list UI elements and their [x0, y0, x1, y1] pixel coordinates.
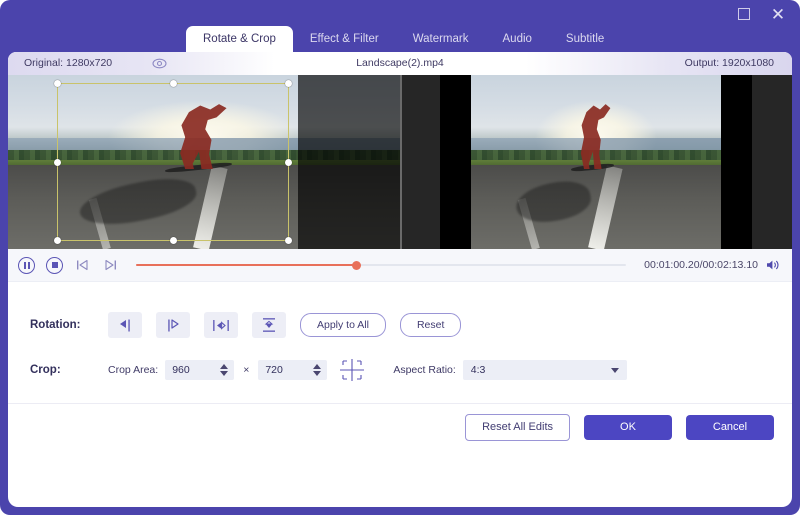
- tab-bar: Rotate & Crop Effect & Filter Watermark …: [186, 26, 621, 52]
- crop-label: Crop:: [30, 364, 61, 376]
- previous-frame-button[interactable]: [73, 256, 92, 275]
- filename-label: Landscape(2).mp4: [356, 57, 444, 69]
- reset-button[interactable]: Reset: [399, 313, 462, 337]
- stop-icon: [46, 256, 63, 274]
- edit-controls-panel: Rotation: Apply to All Reset Crop: Crop …: [8, 282, 792, 450]
- tab-watermark[interactable]: Watermark: [396, 26, 486, 52]
- dimension-separator: ×: [243, 364, 250, 376]
- reset-all-edits-button[interactable]: Reset All Edits: [465, 413, 570, 441]
- seek-fill: [136, 263, 357, 267]
- original-preview-pane[interactable]: [8, 75, 400, 249]
- pane-side-fill: [752, 75, 792, 249]
- stop-button[interactable]: [45, 256, 64, 275]
- close-icon: ✕: [770, 4, 786, 24]
- info-bar: Original: 1280x720 Landscape(2).mp4 Outp…: [8, 52, 792, 75]
- flip-horizontal-icon: [213, 319, 229, 331]
- stepper-down-icon[interactable]: [313, 371, 322, 376]
- tab-label: Audio: [502, 33, 532, 45]
- tab-effect-filter[interactable]: Effect & Filter: [293, 26, 396, 52]
- title-bar: ✕: [0, 0, 800, 28]
- restore-icon: [738, 8, 750, 20]
- rotate-left-icon: [120, 319, 130, 331]
- reset-all-edits-label: Reset All Edits: [482, 421, 553, 433]
- apply-to-all-label: Apply to All: [317, 319, 369, 331]
- playback-controls: 00:01:00.20/00:02:13.10: [8, 249, 792, 282]
- crop-area-label: Crop Area:: [108, 364, 159, 376]
- crop-height-stepper[interactable]: [309, 364, 325, 376]
- output-preview-pane[interactable]: [400, 75, 792, 249]
- window-buttons: ✕: [734, 4, 788, 24]
- crop-tool-button[interactable]: [337, 357, 367, 383]
- stepper-up-icon[interactable]: [220, 364, 229, 369]
- letterbox-bar-left: [440, 75, 471, 249]
- crop-width-field[interactable]: 960: [165, 360, 235, 380]
- crop-handle-bottom-center[interactable]: [169, 237, 177, 244]
- crop-dim-overlay: [298, 75, 400, 249]
- pane-side-fill: [400, 75, 440, 249]
- crop-handle-bottom-right[interactable]: [285, 237, 292, 244]
- tab-label: Watermark: [412, 33, 469, 45]
- rotate-right-icon: [168, 318, 179, 331]
- preview-area: [8, 75, 792, 249]
- letterbox-bar-right: [721, 75, 752, 249]
- tab-label: Effect & Filter: [309, 33, 379, 45]
- crop-height-value: 720: [265, 364, 283, 376]
- pause-icon: [18, 256, 35, 274]
- output-resolution-label: Output: 1920x1080: [684, 57, 774, 69]
- crop-selection-box[interactable]: [54, 80, 292, 244]
- crop-height-field[interactable]: 720: [258, 360, 328, 380]
- aspect-ratio-value: 4:3: [470, 364, 486, 376]
- next-frame-icon: [105, 259, 116, 271]
- aspect-ratio-label: Aspect Ratio:: [393, 364, 456, 376]
- stepper-down-icon[interactable]: [220, 371, 229, 376]
- crop-handle-middle-right[interactable]: [285, 158, 292, 166]
- restore-window-button[interactable]: [734, 4, 754, 24]
- crop-handle-middle-left[interactable]: [54, 158, 61, 166]
- tab-label: Rotate & Crop: [203, 33, 276, 45]
- crop-width-stepper[interactable]: [216, 364, 232, 376]
- pause-button[interactable]: [17, 256, 36, 275]
- rotate-left-button[interactable]: [108, 312, 142, 338]
- seek-bar[interactable]: [136, 258, 627, 272]
- apply-to-all-button[interactable]: Apply to All: [300, 313, 386, 337]
- close-window-button[interactable]: ✕: [768, 4, 788, 24]
- cancel-button[interactable]: Cancel: [686, 414, 774, 440]
- editor-card: Original: 1280x720 Landscape(2).mp4 Outp…: [8, 52, 792, 507]
- ok-button[interactable]: OK: [584, 414, 672, 440]
- video-editor-window: ✕ Rotate & Crop Effect & Filter Watermar…: [0, 0, 800, 515]
- volume-icon: [767, 260, 779, 270]
- seek-handle[interactable]: [352, 260, 362, 270]
- next-frame-button[interactable]: [101, 256, 120, 275]
- crop-handle-bottom-left[interactable]: [54, 237, 61, 244]
- aspect-ratio-select[interactable]: 4:3: [462, 360, 627, 380]
- flip-horizontal-button[interactable]: [204, 312, 238, 338]
- stepper-up-icon[interactable]: [313, 364, 322, 369]
- tab-label: Subtitle: [565, 33, 605, 45]
- crop-handle-top-right[interactable]: [285, 80, 292, 87]
- reset-label: Reset: [416, 319, 445, 331]
- time-display: 00:01:00.20/00:02:13.10: [644, 259, 758, 271]
- rotate-right-button[interactable]: [156, 312, 190, 338]
- rotation-row: Rotation: Apply to All Reset: [8, 312, 792, 338]
- tab-rotate-crop[interactable]: Rotate & Crop: [186, 26, 293, 52]
- flip-vertical-button[interactable]: [252, 312, 286, 338]
- ok-label: OK: [620, 421, 636, 433]
- dialog-footer: Reset All Edits OK Cancel: [8, 403, 792, 450]
- volume-button[interactable]: [766, 259, 780, 271]
- previous-frame-icon: [77, 259, 88, 271]
- crop-row: Crop: Crop Area: 960 × 720 Aspect Ratio:…: [8, 357, 792, 383]
- flip-vertical-icon: [263, 318, 275, 332]
- crop-handle-top-center[interactable]: [169, 80, 177, 87]
- tab-audio[interactable]: Audio: [486, 26, 549, 52]
- chevron-down-icon: [610, 367, 619, 373]
- crop-width-value: 960: [172, 364, 190, 376]
- crop-tool-icon: [340, 359, 365, 381]
- crop-handle-top-left[interactable]: [54, 80, 61, 87]
- rotation-label: Rotation:: [30, 319, 81, 331]
- cancel-label: Cancel: [712, 421, 748, 433]
- output-video-frame: [471, 75, 721, 249]
- tab-subtitle[interactable]: Subtitle: [549, 26, 621, 52]
- preview-divider: [400, 75, 402, 249]
